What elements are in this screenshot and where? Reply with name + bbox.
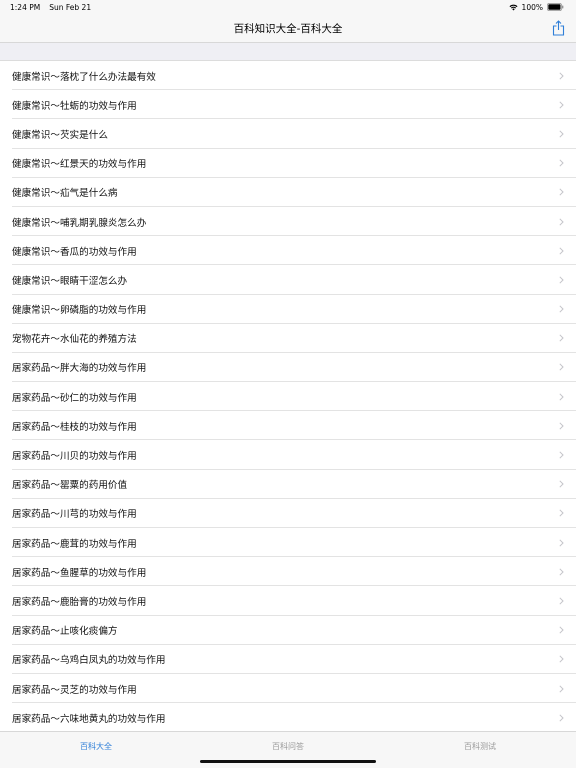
chevron-right-icon <box>559 714 564 722</box>
list-item[interactable]: 居家药品～鹿胎膏的功效与作用 <box>0 586 576 616</box>
list-item-label: 居家药品～鱼腥草的功效与作用 <box>12 567 147 579</box>
list-item[interactable]: 居家药品～罂粟的药用价值 <box>0 470 576 500</box>
list-item[interactable]: 健康常识～落枕了什么办法最有效 <box>0 61 576 91</box>
page-title: 百科知识大全-百科大全 <box>233 22 343 35</box>
chevron-right-icon <box>559 130 564 138</box>
list-item-label: 宠物花卉～水仙花的养殖方法 <box>12 334 137 346</box>
list-item[interactable]: 居家药品～鱼腥草的功效与作用 <box>0 557 576 587</box>
list-item[interactable]: 居家药品～川贝的功效与作用 <box>0 440 576 470</box>
chevron-right-icon <box>559 451 564 459</box>
list-item[interactable]: 宠物花卉～水仙花的养殖方法 <box>0 324 576 354</box>
chevron-right-icon <box>559 597 564 605</box>
wifi-icon <box>509 4 518 10</box>
chevron-right-icon <box>559 101 564 109</box>
status-left: 1:24 PM Sun Feb 21 <box>10 3 91 12</box>
list-item[interactable]: 居家药品～止咳化痰偏方 <box>0 616 576 645</box>
list-item-label: 居家药品～六味地黄丸的功效与作用 <box>12 713 166 725</box>
chevron-right-icon <box>559 684 564 693</box>
battery-icon <box>547 3 564 11</box>
list-item[interactable]: 健康常识～红景天的功效与作用 <box>0 149 576 178</box>
list-item-label: 健康常识～红景天的功效与作用 <box>12 159 147 171</box>
list-item[interactable]: 居家药品～砂仁的功效与作用 <box>0 382 576 412</box>
list-item-label: 居家药品～砂仁的功效与作用 <box>12 392 137 404</box>
chevron-right-icon <box>559 334 564 342</box>
chevron-right-icon <box>559 568 564 576</box>
chevron-right-icon <box>559 422 564 430</box>
list-item-label: 健康常识～落枕了什么办法最有效 <box>12 71 156 83</box>
tab-label: 百科测试 <box>464 742 496 751</box>
list-item-label: 健康常识～芡实是什么 <box>12 129 108 141</box>
share-button[interactable] <box>550 19 566 37</box>
section-spacer <box>0 43 576 61</box>
list-item-label: 健康常识～牡蛎的功效与作用 <box>12 100 137 112</box>
chevron-right-icon <box>559 539 564 547</box>
home-indicator <box>200 760 376 763</box>
list-item-label: 居家药品～止咳化痰偏方 <box>12 626 118 638</box>
list-item-label: 居家药品～川芎的功效与作用 <box>12 509 137 521</box>
list-item-label: 居家药品～胖大海的功效与作用 <box>12 363 147 375</box>
list-item-label: 健康常识～哺乳期乳腺炎怎么办 <box>12 217 147 229</box>
status-date: Sun Feb 21 <box>49 2 92 12</box>
list-item[interactable]: 居家药品～川芎的功效与作用 <box>0 499 576 529</box>
list-item[interactable]: 健康常识～疝气是什么病 <box>0 178 576 208</box>
list-item[interactable]: 居家药品～胖大海的功效与作用 <box>0 353 576 383</box>
chevron-right-icon <box>559 305 564 313</box>
share-icon <box>552 20 564 36</box>
list-item-label: 居家药品～鹿茸的功效与作用 <box>12 538 137 550</box>
chevron-right-icon <box>559 480 564 488</box>
list-item-label: 居家药品～桂枝的功效与作用 <box>12 421 137 433</box>
list-item[interactable]: 健康常识～香瓜的功效与作用 <box>0 236 576 266</box>
list-item[interactable]: 居家药品～桂枝的功效与作用 <box>0 411 576 441</box>
list-item[interactable]: 居家药品～乌鸡白凤丸的功效与作用 <box>0 645 576 675</box>
chevron-right-icon <box>559 276 564 284</box>
list-item-label: 健康常识～眼睛干涩怎么办 <box>12 275 128 287</box>
status-time: 1:24 PM <box>10 2 41 12</box>
tab-quiz[interactable]: 百科测试 <box>384 732 576 768</box>
list-item-label: 居家药品～灵芝的功效与作用 <box>12 684 137 696</box>
list-item[interactable]: 居家药品～鹿茸的功效与作用 <box>0 528 576 558</box>
article-list: 健康常识～落枕了什么办法最有效 健康常识～牡蛎的功效与作用 健康常识～芡实是什么 健康… <box>0 61 576 733</box>
battery-percent: 100% <box>521 2 543 12</box>
tab-label: 百科问答 <box>272 742 304 751</box>
list-item-label: 健康常识～卵磷脂的功效与作用 <box>12 305 147 317</box>
list-item[interactable]: 健康常识～哺乳期乳腺炎怎么办 <box>0 207 576 237</box>
list-item[interactable]: 居家药品～灵芝的功效与作用 <box>0 674 576 704</box>
tab-bar: 百科大全 百科问答 百科测试 <box>0 731 576 768</box>
chevron-right-icon <box>559 363 564 372</box>
list-item-label: 居家药品～鹿胎膏的功效与作用 <box>12 596 147 608</box>
status-right: 100% <box>509 3 564 12</box>
tab-encyclopedia[interactable]: 百科大全 <box>0 732 192 768</box>
chevron-right-icon <box>559 626 564 634</box>
chevron-right-icon <box>559 217 564 226</box>
chevron-right-icon <box>559 188 564 196</box>
list-item[interactable]: 健康常识～牡蛎的功效与作用 <box>0 90 576 120</box>
navigation-bar: 百科知识大全-百科大全 <box>0 14 576 43</box>
list-item-label: 健康常识～香瓜的功效与作用 <box>12 246 137 258</box>
chevron-right-icon <box>559 655 564 663</box>
chevron-right-icon <box>559 393 564 401</box>
list-item-label: 健康常识～疝气是什么病 <box>12 188 118 200</box>
status-bar: 1:24 PM Sun Feb 21 100% <box>0 0 576 14</box>
list-item[interactable]: 健康常识～卵磷脂的功效与作用 <box>0 295 576 324</box>
chevron-right-icon <box>559 247 564 255</box>
list-item[interactable]: 健康常识～眼睛干涩怎么办 <box>0 265 576 295</box>
chevron-right-icon <box>559 159 564 167</box>
list-item-label: 居家药品～罂粟的药用价值 <box>12 480 128 492</box>
list-item[interactable]: 健康常识～芡实是什么 <box>0 119 576 149</box>
list-item-label: 居家药品～川贝的功效与作用 <box>12 451 137 463</box>
chevron-right-icon <box>559 72 564 80</box>
chevron-right-icon <box>559 509 564 517</box>
list-item[interactable]: 居家药品～六味地黄丸的功效与作用 <box>0 703 576 733</box>
list-item-label: 居家药品～乌鸡白凤丸的功效与作用 <box>12 655 166 667</box>
tab-label: 百科大全 <box>80 742 112 751</box>
